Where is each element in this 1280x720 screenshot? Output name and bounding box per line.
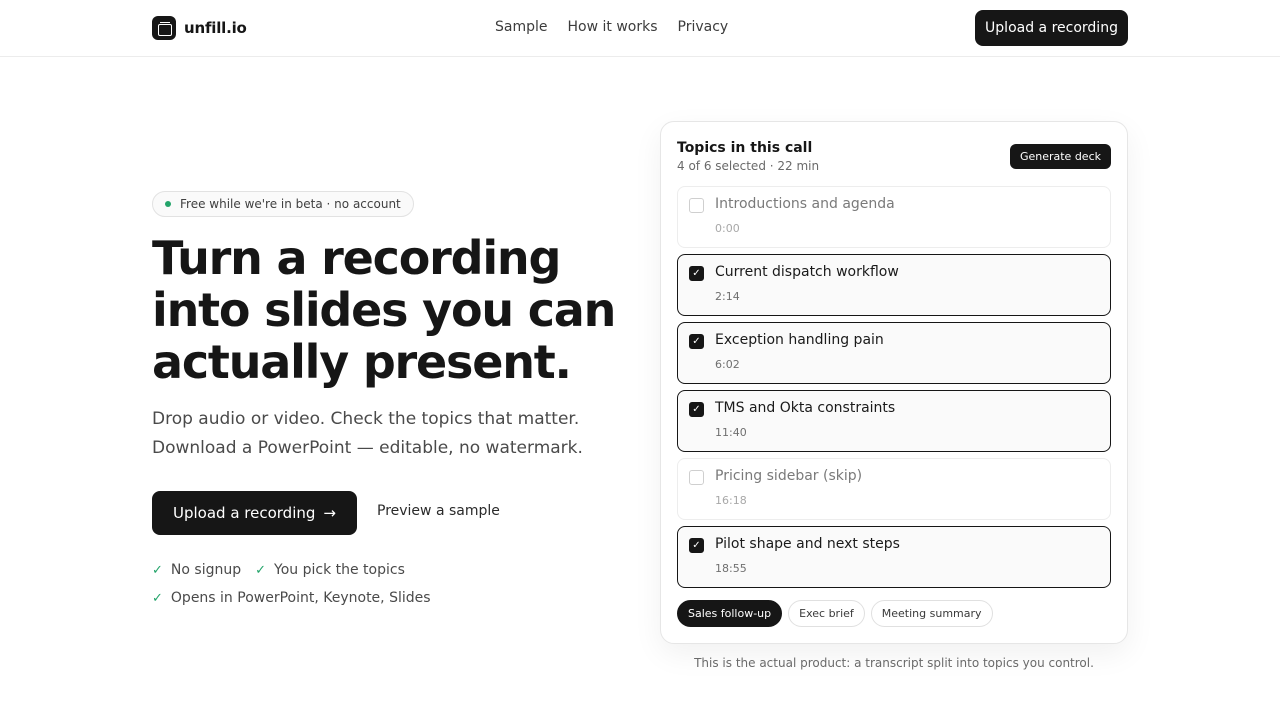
status-dot-icon [165,201,171,207]
checklist-item: ✓ No signup [152,562,241,578]
nav-link-sample[interactable]: Sample [495,19,548,35]
arrow-right-icon: → [323,504,336,522]
topic-item[interactable]: ✓ Pilot shape and next steps 18:55 [677,526,1111,588]
nav-link-how-it-works[interactable]: How it works [568,19,658,35]
checkbox-checked-icon[interactable]: ✓ [689,402,704,417]
topic-checkbox[interactable] [689,470,704,485]
feature-checklist: ✓ No signup ✓ You pick the topics ✓ Open… [152,556,592,612]
topic-label: Pilot shape and next steps [715,536,900,552]
topic-list: Introductions and agenda 0:00 ✓ Current … [677,186,1111,594]
hero-title: Turn a recording into slides you can act… [152,231,616,389]
nav-link-privacy[interactable]: Privacy [678,19,729,35]
topic-timestamp: 6:02 [715,358,740,371]
checklist-item: ✓ You pick the topics [255,562,405,578]
card-caption: This is the actual product: a transcript… [694,656,1094,670]
topic-timestamp: 2:14 [715,290,740,303]
beta-badge: Free while we're in beta · no account [152,191,414,217]
generate-deck-button[interactable]: Generate deck [1009,144,1111,169]
main-nav: Sample How it works Privacy [495,19,728,35]
topic-label: Current dispatch workflow [715,264,899,280]
preset-chips: Sales follow-up Exec brief Meeting summa… [677,600,993,627]
topic-label: Introductions and agenda [715,196,895,212]
upload-recording-button[interactable]: Upload a recording → [152,491,357,535]
topic-timestamp: 18:55 [715,562,747,575]
preset-meeting-summary[interactable]: Meeting summary [870,600,993,627]
topic-item[interactable]: Pricing sidebar (skip) 16:18 [677,458,1111,520]
topic-label: Exception handling pain [715,332,884,348]
header-upload-button[interactable]: Upload a recording [975,10,1128,46]
card-title: Topics in this call [677,140,813,156]
check-icon: ✓ [152,562,163,578]
topic-item[interactable]: Introductions and agenda 0:00 [677,186,1111,248]
topic-item[interactable]: ✓ TMS and Okta constraints 11:40 [677,390,1111,452]
preset-exec-brief[interactable]: Exec brief [788,600,865,627]
check-icon: ✓ [152,590,163,606]
topic-item[interactable]: ✓ Current dispatch workflow 2:14 [677,254,1111,316]
checkbox-checked-icon[interactable]: ✓ [689,538,704,553]
app-logo-icon [152,16,176,40]
card-meta: 4 of 6 selected · 22 min [677,159,820,173]
checklist-item-label: Opens in PowerPoint, Keynote, Slides [170,590,431,606]
checklist-item-label: You pick the topics [274,562,405,578]
hero-subtitle: Drop audio or video. Check the topics th… [152,409,583,458]
checkbox-checked-icon[interactable]: ✓ [689,334,704,349]
site-header: unfill.io Sample How it works Privacy Up… [0,0,1280,57]
topic-checkbox[interactable] [689,198,704,213]
topic-timestamp: 11:40 [715,426,747,439]
topic-timestamp: 0:00 [715,222,740,235]
checkbox-checked-icon[interactable]: ✓ [689,266,704,281]
checklist-item: ✓ Opens in PowerPoint, Keynote, Slides [152,590,431,606]
topic-label: TMS and Okta constraints [715,400,896,416]
brand-logo[interactable]: unfill.io [152,16,247,40]
checklist-item-label: No signup [170,562,242,578]
topic-timestamp: 16:18 [715,494,747,507]
preset-sales-follow-up[interactable]: Sales follow-up [677,600,783,627]
topic-item[interactable]: ✓ Exception handling pain 6:02 [677,322,1111,384]
preview-sample-link[interactable]: Preview a sample [377,503,500,519]
topics-card: Topics in this call 4 of 6 selected · 22… [660,121,1128,644]
upload-recording-label: Upload a recording [173,504,316,522]
checklist-row: ✓ No signup ✓ You pick the topics [152,556,592,584]
topic-label: Pricing sidebar (skip) [715,468,863,484]
check-icon: ✓ [255,562,267,578]
brand-name: unfill.io [184,19,247,37]
beta-badge-text: Free while we're in beta · no account [180,197,401,211]
checklist-row: ✓ Opens in PowerPoint, Keynote, Slides [152,584,592,612]
